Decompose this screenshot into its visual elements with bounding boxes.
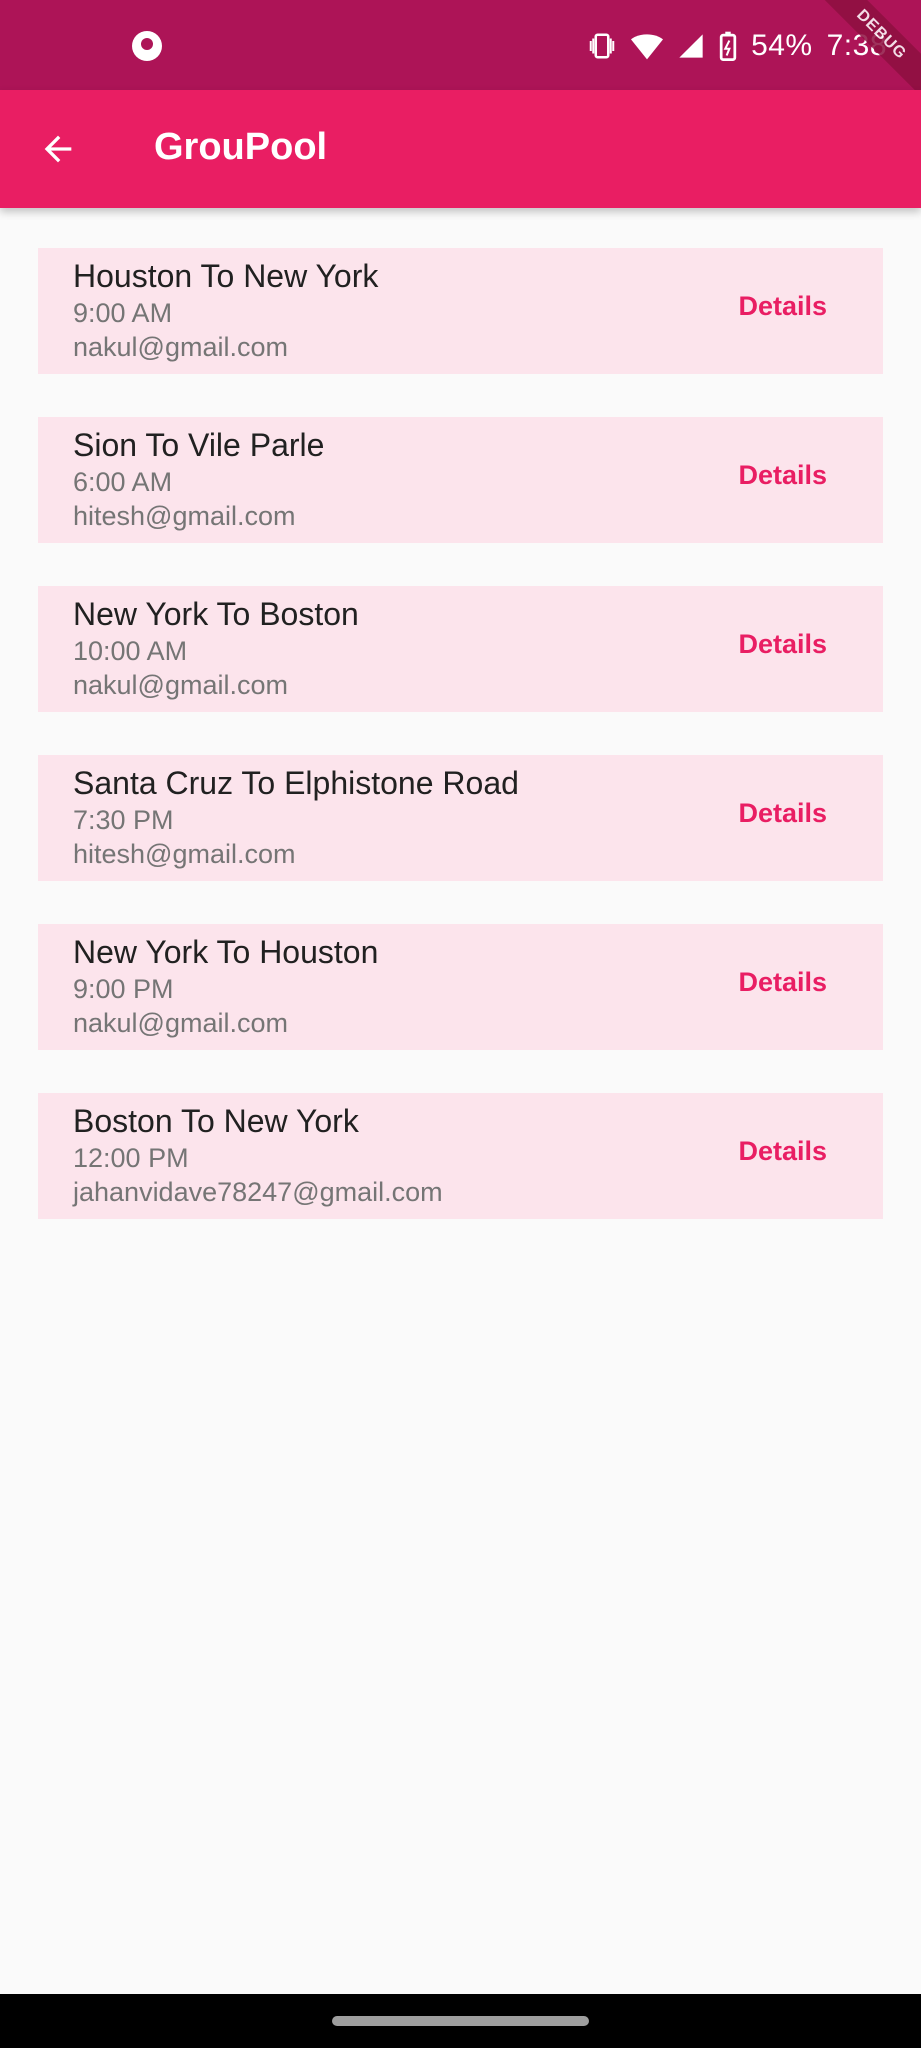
battery-icon bbox=[719, 31, 737, 61]
details-button[interactable]: Details bbox=[738, 460, 827, 491]
page-title: GrouPool bbox=[154, 126, 328, 168]
ride-card: Santa Cruz To Elphistone Road 7:30 PM hi… bbox=[38, 755, 883, 881]
cell-signal-icon bbox=[677, 32, 705, 60]
system-nav-bar bbox=[0, 1994, 921, 2048]
details-button[interactable]: Details bbox=[738, 1136, 827, 1167]
ride-route: Boston To New York bbox=[73, 1103, 359, 1139]
ride-email: nakul@gmail.com bbox=[73, 332, 288, 362]
ride-card: Houston To New York 9:00 AM nakul@gmail.… bbox=[38, 248, 883, 374]
ride-time: 9:00 PM bbox=[73, 974, 174, 1004]
ride-list: Houston To New York 9:00 AM nakul@gmail.… bbox=[38, 248, 883, 1262]
ride-email: nakul@gmail.com bbox=[73, 1008, 288, 1038]
ride-card: New York To Boston 10:00 AM nakul@gmail.… bbox=[38, 586, 883, 712]
ride-card: New York To Houston 9:00 PM nakul@gmail.… bbox=[38, 924, 883, 1050]
app-bar: GrouPool bbox=[0, 90, 921, 208]
ride-email: nakul@gmail.com bbox=[73, 670, 288, 700]
status-icons: 54% 7:38 bbox=[587, 26, 887, 66]
app-notification-icon bbox=[132, 31, 162, 61]
ride-card: Sion To Vile Parle 6:00 AM hitesh@gmail.… bbox=[38, 417, 883, 543]
ride-route: Santa Cruz To Elphistone Road bbox=[73, 765, 519, 801]
status-bar: 54% 7:38 DEBUG bbox=[0, 0, 921, 117]
details-button[interactable]: Details bbox=[738, 967, 827, 998]
ride-card: Boston To New York 12:00 PM jahanvidave7… bbox=[38, 1093, 883, 1219]
ride-email: hitesh@gmail.com bbox=[73, 501, 296, 531]
wifi-icon bbox=[631, 31, 664, 61]
ride-email: hitesh@gmail.com bbox=[73, 839, 296, 869]
back-button[interactable] bbox=[26, 117, 90, 181]
ride-email: jahanvidave78247@gmail.com bbox=[73, 1177, 443, 1207]
ride-time: 9:00 AM bbox=[73, 298, 173, 328]
details-button[interactable]: Details bbox=[738, 291, 827, 322]
details-button[interactable]: Details bbox=[738, 629, 827, 660]
details-button[interactable]: Details bbox=[738, 798, 827, 829]
vibrate-icon bbox=[587, 31, 617, 61]
ride-time: 10:00 AM bbox=[73, 636, 188, 666]
home-gesture-handle[interactable] bbox=[332, 2016, 589, 2026]
ride-time: 7:30 PM bbox=[73, 805, 174, 835]
arrow-back-icon bbox=[44, 135, 72, 163]
battery-percent: 54% bbox=[751, 29, 813, 62]
ride-time: 6:00 AM bbox=[73, 467, 173, 497]
ride-route: New York To Houston bbox=[73, 934, 379, 970]
ride-route: Houston To New York bbox=[73, 258, 379, 294]
ride-time: 12:00 PM bbox=[73, 1143, 189, 1173]
ride-route: Sion To Vile Parle bbox=[73, 427, 325, 463]
ride-route: New York To Boston bbox=[73, 596, 359, 632]
